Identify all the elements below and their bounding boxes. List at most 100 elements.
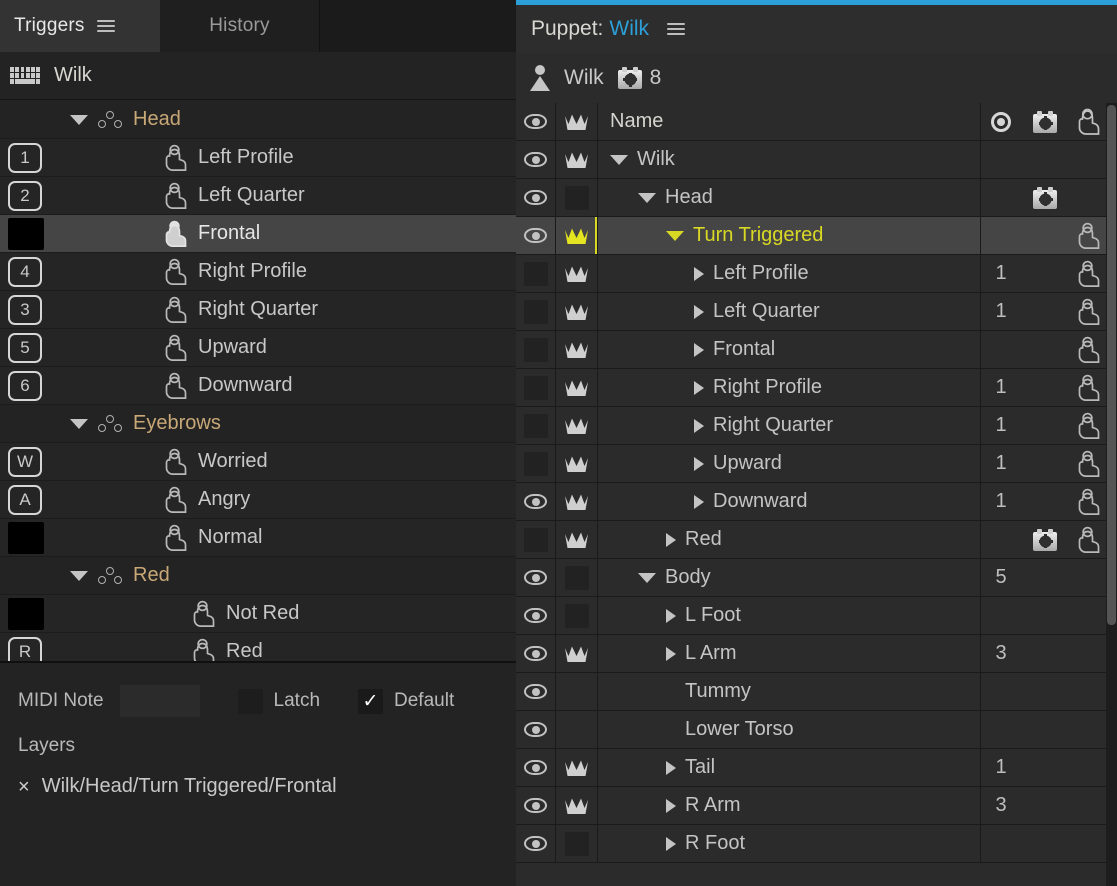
layer-row[interactable]: R Foot xyxy=(516,825,1117,863)
chevron-right-icon[interactable] xyxy=(694,380,704,395)
chevron-right-icon[interactable] xyxy=(666,798,676,813)
crown-icon[interactable] xyxy=(564,379,589,397)
crown-icon[interactable] xyxy=(564,645,589,663)
layer-record-cell[interactable] xyxy=(981,179,1021,216)
eye-icon[interactable] xyxy=(524,570,547,585)
layer-row[interactable]: R Arm 3 xyxy=(516,787,1117,825)
layer-crown-cell[interactable] xyxy=(556,407,598,444)
layer-visibility-cell[interactable] xyxy=(516,293,556,330)
eye-icon[interactable] xyxy=(524,646,547,661)
layer-row[interactable]: Tail 1 xyxy=(516,749,1117,787)
layer-behavior-cell[interactable] xyxy=(1021,559,1069,596)
layer-name-cell[interactable]: Right Profile xyxy=(598,369,981,406)
eye-icon[interactable] xyxy=(524,836,547,851)
layer-crown-cell[interactable] xyxy=(556,293,598,330)
layer-crown-cell[interactable] xyxy=(556,217,598,254)
crown-icon[interactable] xyxy=(564,759,589,777)
layer-behavior-cell[interactable] xyxy=(1021,597,1069,634)
trigger-row[interactable]: 3 Right Quarter xyxy=(0,291,516,329)
trigger-key-badge[interactable]: 5 xyxy=(8,332,42,363)
chevron-right-icon[interactable] xyxy=(694,342,704,357)
layer-behavior-cell[interactable] xyxy=(1021,673,1069,710)
trigger-row[interactable]: R Red xyxy=(0,633,516,661)
trigger-group-row[interactable]: Head xyxy=(0,101,516,139)
layer-crown-cell[interactable] xyxy=(556,559,598,596)
layer-crown-cell[interactable] xyxy=(556,711,598,748)
eye-icon[interactable] xyxy=(524,684,547,699)
layer-list[interactable]: Wilk Head Turn Triggered Left Profile 1 Left … xyxy=(516,141,1117,886)
layer-name-cell[interactable]: Left Quarter xyxy=(598,293,981,330)
visibility-toggle-off[interactable] xyxy=(523,337,548,362)
layer-visibility-cell[interactable] xyxy=(516,825,556,862)
trigger-row[interactable]: 5 Upward xyxy=(0,329,516,367)
layer-visibility-cell[interactable] xyxy=(516,141,556,178)
layer-record-cell[interactable] xyxy=(981,825,1021,862)
behavior-icon[interactable] xyxy=(1033,528,1057,551)
crown-icon[interactable] xyxy=(564,493,589,511)
chevron-down-icon[interactable] xyxy=(70,418,88,429)
trigger-key-empty[interactable] xyxy=(8,597,44,630)
crown-icon[interactable] xyxy=(564,265,589,283)
layer-visibility-cell[interactable] xyxy=(516,787,556,824)
layer-visibility-cell[interactable] xyxy=(516,711,556,748)
layer-visibility-cell[interactable] xyxy=(516,483,556,520)
layer-behavior-cell[interactable] xyxy=(1021,407,1069,444)
layer-record-cell[interactable] xyxy=(981,673,1021,710)
column-header-name[interactable]: Name xyxy=(598,103,981,140)
layer-crown-cell[interactable] xyxy=(556,673,598,710)
layer-row[interactable]: Upward 1 xyxy=(516,445,1117,483)
eye-icon[interactable] xyxy=(524,190,547,205)
chevron-down-icon[interactable] xyxy=(638,572,656,583)
layer-crown-cell[interactable] xyxy=(556,635,598,672)
layer-name-cell[interactable]: Body xyxy=(598,559,981,596)
chevron-right-icon[interactable] xyxy=(694,456,704,471)
trigger-key-badge[interactable]: 1 xyxy=(8,142,42,173)
layer-name-cell[interactable]: R Arm xyxy=(598,787,981,824)
layer-record-cell[interactable] xyxy=(981,141,1021,178)
hamburger-icon[interactable] xyxy=(667,23,686,35)
trigger-row[interactable]: A Angry xyxy=(0,481,516,519)
layer-behavior-cell[interactable] xyxy=(1021,369,1069,406)
layer-behavior-cell[interactable] xyxy=(1021,293,1069,330)
layer-row[interactable]: Lower Torso xyxy=(516,711,1117,749)
layer-visibility-cell[interactable] xyxy=(516,635,556,672)
layer-behavior-cell[interactable] xyxy=(1021,825,1069,862)
layer-row[interactable]: Right Quarter 1 xyxy=(516,407,1117,445)
layer-behavior-cell[interactable] xyxy=(1021,255,1069,292)
trigger-key-badge[interactable]: 6 xyxy=(8,370,42,401)
layer-name-cell[interactable]: Head xyxy=(598,179,981,216)
crown-toggle-off[interactable] xyxy=(564,565,589,590)
layer-list-scrollbar[interactable] xyxy=(1106,103,1117,886)
layer-crown-cell[interactable] xyxy=(556,825,598,862)
eye-icon[interactable] xyxy=(524,494,547,509)
midi-note-input[interactable] xyxy=(119,685,200,717)
layer-record-cell[interactable]: 1 xyxy=(981,483,1021,520)
crown-toggle-off[interactable] xyxy=(564,185,589,210)
layer-record-cell[interactable]: 1 xyxy=(981,369,1021,406)
eye-icon[interactable] xyxy=(524,608,547,623)
trigger-row[interactable]: W Worried xyxy=(0,443,516,481)
layer-behavior-cell[interactable] xyxy=(1021,483,1069,520)
layer-record-cell[interactable]: 3 xyxy=(981,635,1021,672)
trigger-key-empty[interactable] xyxy=(8,521,44,554)
layer-name-cell[interactable]: Turn Triggered xyxy=(598,217,981,254)
layer-row[interactable]: Head xyxy=(516,179,1117,217)
layer-record-cell[interactable]: 1 xyxy=(981,407,1021,444)
layer-record-cell[interactable]: 1 xyxy=(981,255,1021,292)
layer-behavior-cell[interactable] xyxy=(1021,521,1069,558)
layer-record-cell[interactable] xyxy=(981,217,1021,254)
eye-icon[interactable] xyxy=(524,228,547,243)
chevron-down-icon[interactable] xyxy=(70,570,88,581)
layer-record-cell[interactable]: 3 xyxy=(981,787,1021,824)
visibility-toggle-off[interactable] xyxy=(523,375,548,400)
layer-visibility-cell[interactable] xyxy=(516,445,556,482)
chevron-right-icon[interactable] xyxy=(694,304,704,319)
column-header-behavior[interactable] xyxy=(1021,103,1069,140)
layer-record-cell[interactable]: 1 xyxy=(981,445,1021,482)
layer-crown-cell[interactable] xyxy=(556,787,598,824)
eye-icon[interactable] xyxy=(524,722,547,737)
layer-crown-cell[interactable] xyxy=(556,179,598,216)
layer-row[interactable]: Tummy xyxy=(516,673,1117,711)
layer-behavior-cell[interactable] xyxy=(1021,787,1069,824)
layer-visibility-cell[interactable] xyxy=(516,521,556,558)
